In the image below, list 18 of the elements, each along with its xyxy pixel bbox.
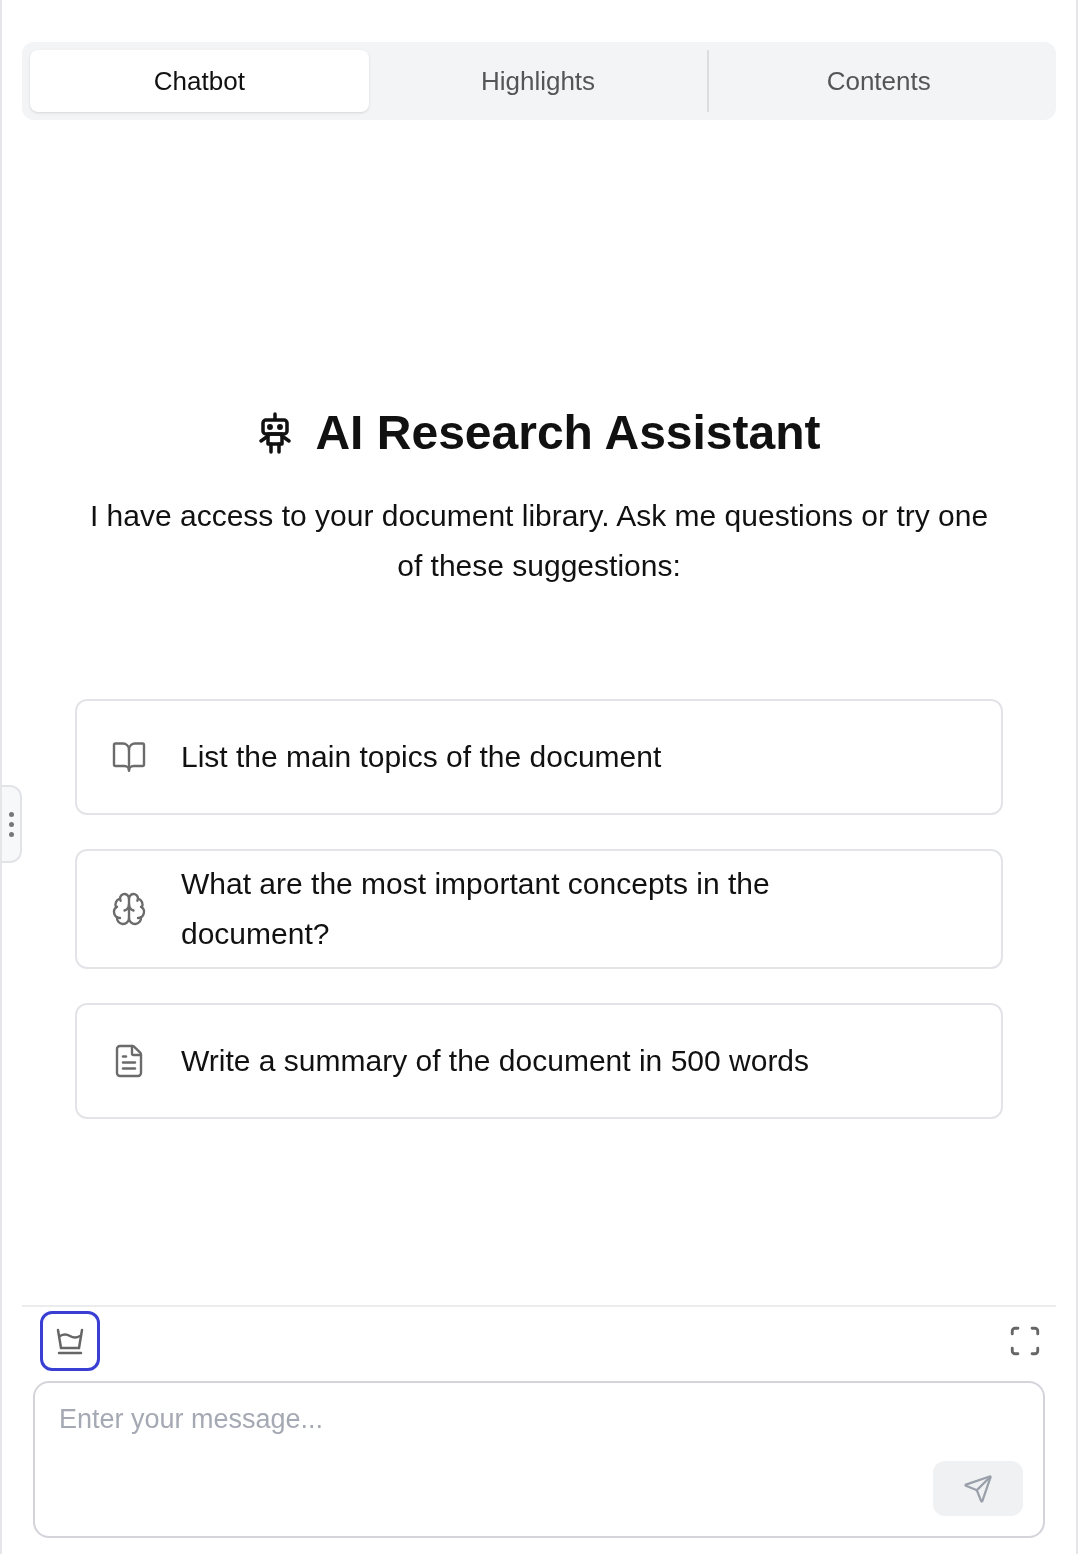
tab[interactable]: Highlights: [368, 50, 708, 112]
assistant-title: AI Research Assistant: [315, 405, 821, 461]
suggestion-card[interactable]: Write a summary of the document in 500 words: [75, 1003, 1003, 1119]
intro-text: I have access to your document library. Ask me questions or try one of these suggestions:: [88, 498, 990, 584]
basin-icon: [54, 1326, 86, 1356]
resize-handle[interactable]: [2, 785, 22, 863]
brain-icon: [111, 891, 147, 927]
tab[interactable]: Chatbot: [30, 50, 369, 112]
basin-tool-button[interactable]: [40, 1311, 100, 1371]
robot-icon: [257, 412, 294, 454]
suggestion-card[interactable]: List the main topics of the document: [75, 699, 1003, 815]
send-button[interactable]: [933, 1461, 1023, 1516]
tab[interactable]: Contents: [709, 50, 1048, 112]
fullscreen-icon[interactable]: [1008, 1324, 1042, 1358]
message-field[interactable]: Enter your message...: [33, 1381, 1045, 1538]
send-icon: [963, 1473, 993, 1504]
book-icon: [111, 739, 147, 775]
suggestion-card[interactable]: What are the most important concepts in the document?: [75, 849, 1003, 969]
